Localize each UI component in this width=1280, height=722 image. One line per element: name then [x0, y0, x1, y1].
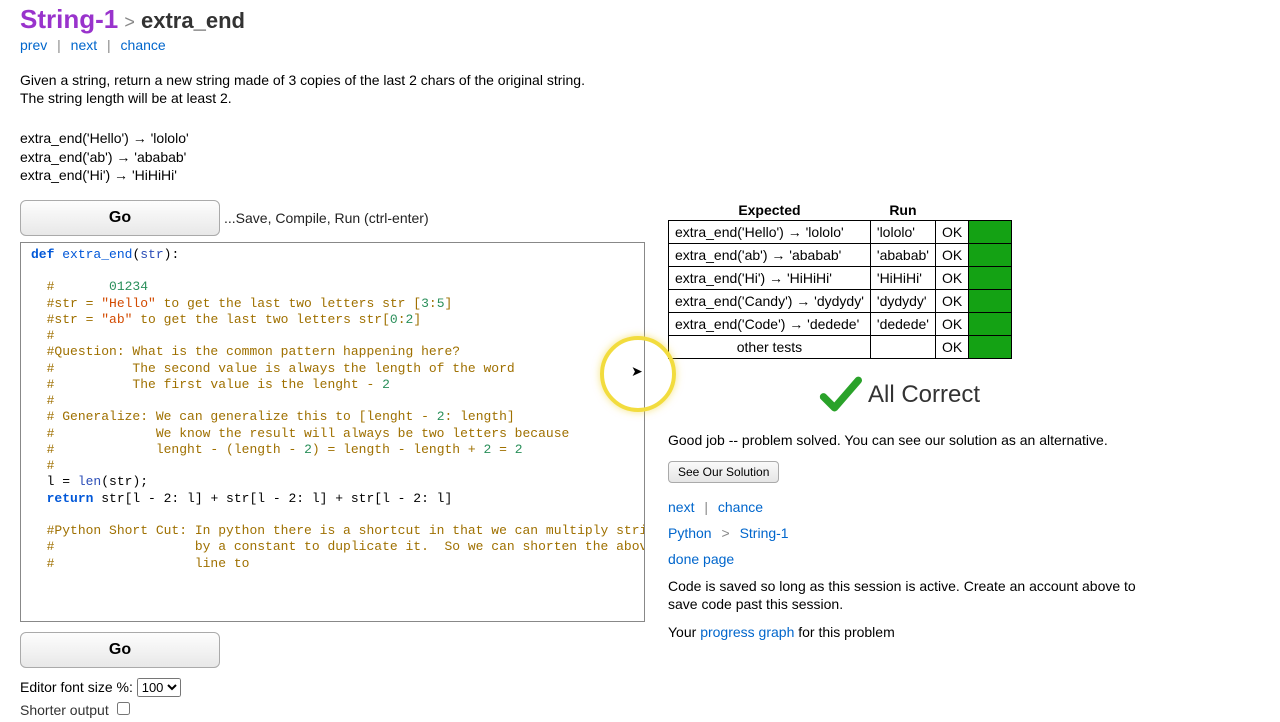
table-row: extra_end('Code') → 'dedede' 'dedede' OK — [669, 312, 1012, 335]
page-header: String-1 > extra_end — [20, 4, 1260, 35]
shorter-output-checkbox[interactable] — [117, 702, 130, 715]
for-this-label: for this problem — [794, 624, 894, 640]
example-line: extra_end('Hello') → 'lololo' — [20, 129, 1260, 147]
table-row: extra_end('Hello') → 'lololo' 'lololo' O… — [669, 220, 1012, 243]
status-ok-icon — [969, 312, 1012, 335]
all-correct: All Correct — [818, 373, 1260, 417]
table-row: extra_end('ab') → 'ababab' 'ababab' OK — [669, 243, 1012, 266]
status-ok-icon — [969, 335, 1012, 358]
font-size-select[interactable]: 100 — [137, 678, 181, 697]
breadcrumb-sep: > — [124, 12, 135, 32]
checkmark-icon — [818, 373, 862, 417]
col-run: Run — [870, 200, 935, 221]
go-button-top[interactable]: Go — [20, 200, 220, 236]
category-link[interactable]: String-1 — [20, 4, 118, 34]
font-size-row: Editor font size %: 100 — [20, 678, 648, 697]
status-ok-icon — [969, 243, 1012, 266]
examples: extra_end('Hello') → 'lololo' extra_end(… — [20, 129, 1260, 184]
see-our-solution-button[interactable]: See Our Solution — [668, 461, 779, 483]
chance-link-2[interactable]: chance — [718, 499, 763, 515]
shorter-output-label: Shorter output — [20, 702, 109, 718]
your-label: Your — [668, 624, 700, 640]
solved-message: Good job -- problem solved. You can see … — [668, 431, 1168, 449]
next-link-2[interactable]: next — [668, 499, 694, 515]
save-message: Code is saved so long as this session is… — [668, 577, 1168, 613]
col-expected: Expected — [669, 200, 871, 221]
breadcrumb-sep: > — [721, 525, 729, 541]
string1-link[interactable]: String-1 — [740, 525, 789, 541]
nav-links: prev | next | chance — [20, 37, 1260, 53]
next-link[interactable]: next — [71, 37, 97, 53]
status-ok-icon — [969, 266, 1012, 289]
table-row-other: other tests OK — [669, 335, 1012, 358]
problem-description: Given a string, return a new string made… — [20, 71, 610, 107]
progress-graph-link[interactable]: progress graph — [700, 624, 794, 640]
prev-link[interactable]: prev — [20, 37, 47, 53]
table-row: extra_end('Candy') → 'dydydy' 'dydydy' O… — [669, 289, 1012, 312]
all-correct-text: All Correct — [868, 381, 980, 409]
chance-link[interactable]: chance — [121, 37, 166, 53]
table-row: extra_end('Hi') → 'HiHiHi' 'HiHiHi' OK — [669, 266, 1012, 289]
results-table: Expected Run extra_end('Hello') → 'lolol… — [668, 200, 1012, 359]
go-button-bottom[interactable]: Go — [20, 632, 220, 668]
python-link[interactable]: Python — [668, 525, 712, 541]
code-editor[interactable]: def extra_end(str): # 01234 #str = "Hell… — [20, 242, 645, 622]
status-ok-icon — [969, 289, 1012, 312]
status-ok-icon — [969, 220, 1012, 243]
done-page-link[interactable]: done page — [668, 551, 734, 567]
problem-name: extra_end — [141, 8, 245, 33]
shorter-output-row: Shorter output — [20, 699, 648, 718]
example-line: extra_end('ab') → 'ababab' — [20, 148, 1260, 166]
go-hint: ...Save, Compile, Run (ctrl-enter) — [224, 210, 429, 226]
example-line: extra_end('Hi') → 'HiHiHi' — [20, 166, 1260, 184]
font-size-label: Editor font size %: — [20, 679, 137, 695]
